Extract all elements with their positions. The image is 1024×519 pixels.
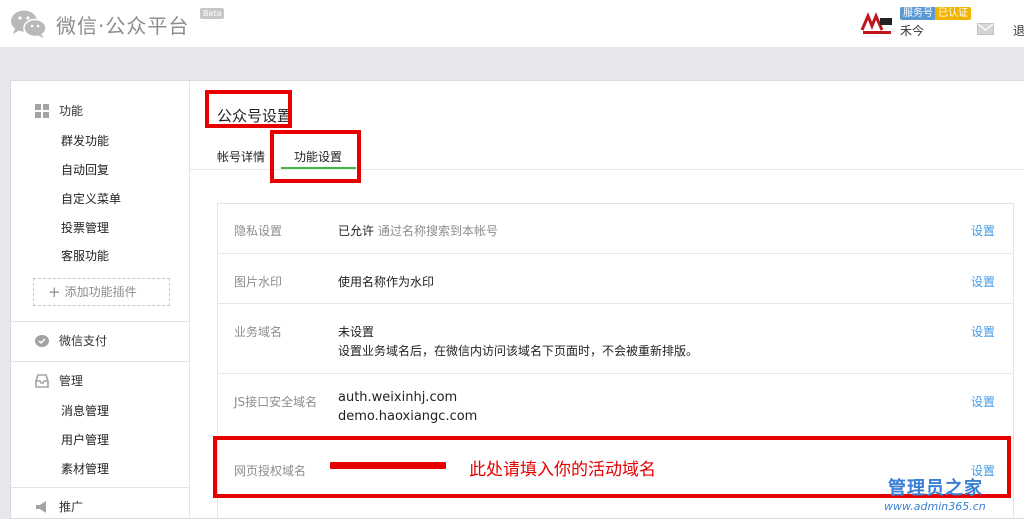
watermark: 管理员之家 www.admin365.cn <box>884 474 1020 516</box>
settings-row-privacy: 隐私设置 已允许 通过名称搜索到本帐号 设置 <box>218 204 1013 254</box>
row-label: JS接口安全域名 <box>234 395 318 409</box>
grid-icon <box>35 104 49 118</box>
business-domain-settings-link[interactable]: 设置 <box>971 323 995 340</box>
sidebar-item-materials[interactable]: 素材管理 <box>61 460 109 477</box>
sidebar-section-features: 功能 <box>35 103 83 119</box>
inbox-icon <box>35 374 49 388</box>
top-header: 微信·公众平台 Beta 服务号 已认证 禾今 退 <box>0 0 1024 47</box>
account-avatar[interactable] <box>860 8 893 37</box>
megaphone-icon <box>36 501 46 513</box>
sidebar-item-messages[interactable]: 消息管理 <box>61 402 109 419</box>
tab-account-details[interactable]: 帐号详情 <box>217 148 265 165</box>
add-plugin-button[interactable]: + 添加功能插件 <box>33 278 170 306</box>
annotation-box-tab <box>270 130 361 183</box>
row-value: 未设置 <box>338 325 375 339</box>
watermark-settings-link[interactable]: 设置 <box>971 273 995 290</box>
row-label: 隐私设置 <box>234 224 283 238</box>
watermark-title: 管理员之家 <box>888 478 983 499</box>
watermark-url: www.admin365.cn <box>884 500 986 513</box>
row-label: 业务域名 <box>234 325 283 339</box>
row-value: 已允许 通过名称搜索到本帐号 <box>338 222 498 239</box>
js-domain-settings-link[interactable]: 设置 <box>971 393 995 410</box>
logout-link[interactable]: 退 <box>1013 22 1024 39</box>
wechat-pay-icon <box>35 335 49 347</box>
row-description: 设置业务域名后，在微信内访问该域名下页面时，不会被重新排版。 <box>338 344 699 358</box>
sidebar-divider <box>11 321 190 322</box>
sidebar-item-wechat-pay[interactable]: 微信支付 <box>35 333 107 349</box>
sidebar-divider <box>11 487 190 488</box>
sidebar-item-votes[interactable]: 投票管理 <box>61 219 109 236</box>
privacy-status: 已允许 <box>338 224 375 238</box>
sidebar-section-manage: 管理 <box>35 373 83 389</box>
sidebar: 功能 群发功能 自动回复 自定义菜单 投票管理 客服功能 + 添加功能插件 微信支… <box>11 81 190 519</box>
js-domain-1: auth.weixinhj.com <box>338 390 458 405</box>
account-name[interactable]: 禾今 <box>900 22 924 39</box>
settings-row-business-domain: 业务域名 未设置 设置业务域名后，在微信内访问该域名下页面时，不会被重新排版。 … <box>218 304 1013 374</box>
sidebar-section-promote: 推广 <box>35 499 83 515</box>
row-label: 图片水印 <box>234 275 283 289</box>
platform-title[interactable]: 微信·公众平台 <box>56 10 189 39</box>
wechat-logo-icon <box>11 10 47 38</box>
sidebar-item-users[interactable]: 用户管理 <box>61 431 109 448</box>
sidebar-item-customer-service[interactable]: 客服功能 <box>61 247 109 264</box>
privacy-settings-link[interactable]: 设置 <box>971 222 995 239</box>
sidebar-item-auto-reply[interactable]: 自动回复 <box>61 161 109 178</box>
settings-row-js-domain: JS接口安全域名 auth.weixinhj.com demo.haoxiang… <box>218 374 1013 439</box>
mail-icon[interactable] <box>977 23 994 35</box>
annotation-box-title <box>205 90 292 128</box>
privacy-hint: 通过名称搜索到本帐号 <box>378 224 499 238</box>
sidebar-divider <box>11 361 190 362</box>
redaction-bar <box>330 462 446 469</box>
sidebar-section-label: 推广 <box>59 500 84 514</box>
plus-icon: + <box>48 283 61 301</box>
js-domain-2: demo.haoxiangc.com <box>338 409 478 424</box>
settings-row-watermark: 图片水印 使用名称作为水印 设置 <box>218 254 1013 304</box>
sidebar-section-label: 管理 <box>59 374 84 388</box>
sidebar-section-label: 功能 <box>59 104 84 118</box>
sidebar-section-label: 微信支付 <box>59 334 108 348</box>
sidebar-item-mass-send[interactable]: 群发功能 <box>61 132 109 149</box>
row-value: 使用名称作为水印 <box>338 275 435 289</box>
beta-badge: Beta <box>200 8 225 19</box>
service-account-badge: 服务号 <box>900 7 936 20</box>
sidebar-item-custom-menu[interactable]: 自定义菜单 <box>61 190 121 207</box>
annotation-text: 此处请填入你的活动域名 <box>469 460 656 480</box>
add-plugin-label: 添加功能插件 <box>64 285 137 299</box>
verified-badge: 已认证 <box>935 7 971 20</box>
